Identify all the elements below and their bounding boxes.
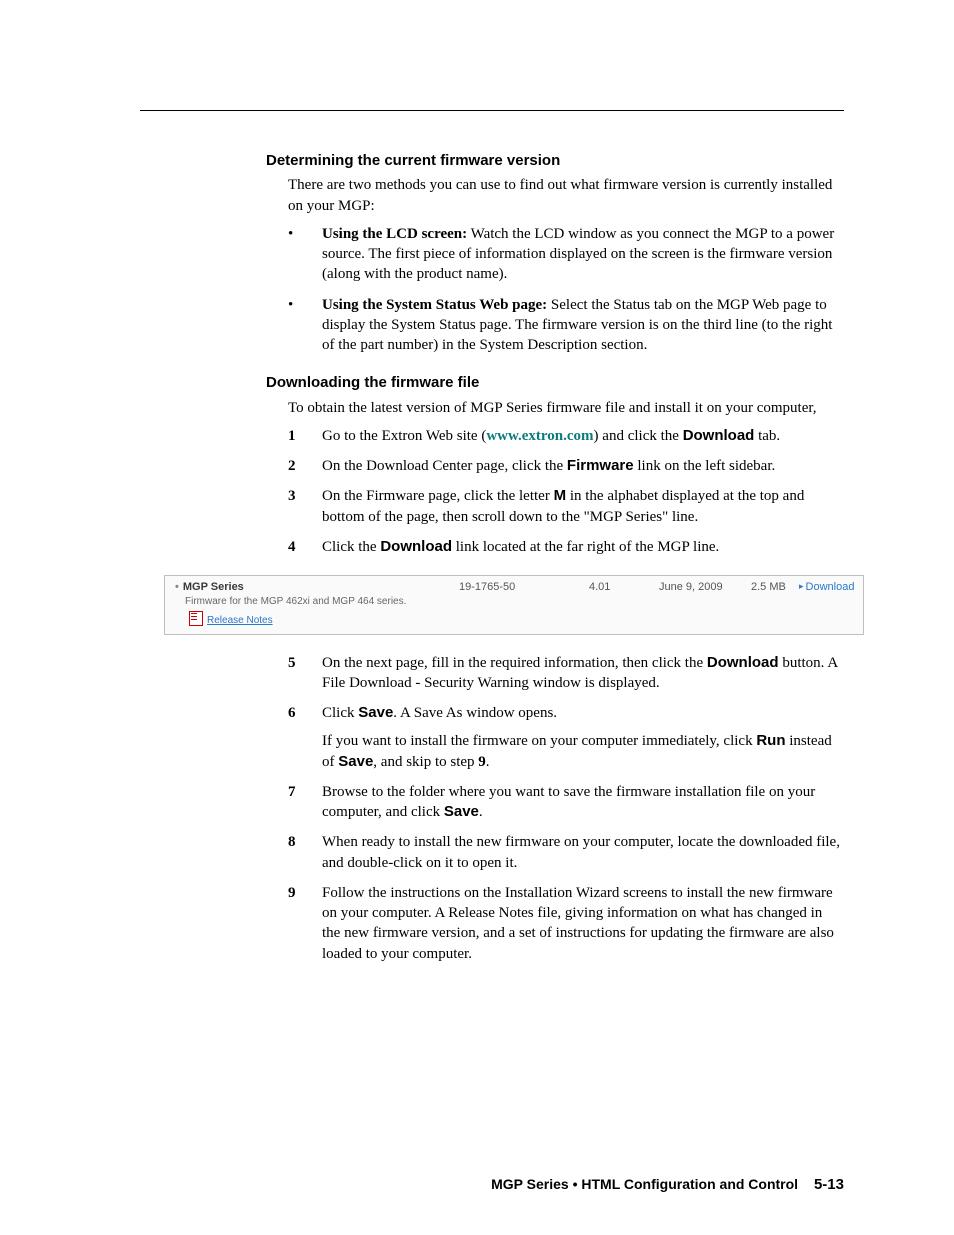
extron-url-link[interactable]: www.extron.com [486, 428, 593, 444]
section-heading-1: Determining the current firmware version [266, 151, 844, 171]
t: . [479, 804, 483, 820]
step-3: 3 On the Firmware page, click the letter… [288, 486, 844, 527]
t: Click [322, 705, 358, 721]
t: Browse to the folder where you want to s… [322, 784, 815, 820]
step-num: 3 [288, 486, 296, 506]
step-5: 5 On the next page, fill in the required… [288, 653, 844, 694]
top-rule [140, 110, 844, 111]
t: If you want to install the firmware on y… [322, 733, 756, 749]
step-8: 8 When ready to install the new firmware… [288, 832, 844, 873]
t: Download [683, 427, 755, 444]
bullet-status: Using the System Status Web page: Select… [288, 295, 844, 356]
step-num: 2 [288, 456, 296, 476]
ss-version: 4.01 [589, 580, 659, 595]
t: Click the [322, 539, 380, 555]
t: When ready to install the new firmware o… [322, 834, 840, 870]
t: Download [380, 538, 452, 555]
t: Firmware [567, 457, 634, 474]
section1-bullets: Using the LCD screen: Watch the LCD wind… [288, 224, 844, 356]
page-footer: MGP Series • HTML Configuration and Cont… [491, 1175, 844, 1195]
steps-list-2: 5 On the next page, fill in the required… [288, 653, 844, 964]
pdf-icon [189, 611, 203, 626]
t: . A Save As window opens. [393, 705, 557, 721]
step-2: 2 On the Download Center page, click the… [288, 456, 844, 476]
step-num: 6 [288, 703, 296, 723]
steps-list: 1 Go to the Extron Web site (www.extron.… [288, 426, 844, 557]
footer-page: 5-13 [814, 1176, 844, 1193]
step-num: 9 [288, 883, 296, 903]
ss-date: June 9, 2009 [659, 580, 751, 595]
step-7: 7 Browse to the folder where you want to… [288, 782, 844, 823]
ss-desc: Firmware for the MGP 462xi and MGP 464 s… [185, 595, 855, 609]
t: M [554, 487, 567, 504]
step-num: 4 [288, 537, 296, 557]
t: , and skip to step [373, 754, 478, 770]
step-6: 6 Click Save. A Save As window opens. If… [288, 703, 844, 772]
bullet-lcd: Using the LCD screen: Watch the LCD wind… [288, 224, 844, 285]
firmware-row-screenshot: MGP Series 19-1765-50 4.01 June 9, 2009 … [164, 575, 864, 635]
step-num: 7 [288, 782, 296, 802]
step-9: 9 Follow the instructions on the Install… [288, 883, 844, 964]
step-num: 1 [288, 426, 296, 446]
section2-intro: To obtain the latest version of MGP Seri… [288, 398, 844, 418]
t: link located at the far right of the MGP… [452, 539, 719, 555]
t: Save [444, 803, 479, 820]
t: On the Firmware page, click the letter [322, 488, 554, 504]
t: link on the left sidebar. [634, 458, 776, 474]
t: Save [338, 753, 373, 770]
t: Download [707, 654, 779, 671]
section-heading-2: Downloading the firmware file [266, 373, 844, 393]
t: Save [358, 704, 393, 721]
t: Run [756, 732, 785, 749]
ss-size: 2.5 MB [751, 580, 799, 595]
t: Go to the Extron Web site ( [322, 428, 486, 444]
t: ) and click the [594, 428, 683, 444]
t: Follow the instructions on the Installat… [322, 885, 834, 962]
t: tab. [754, 428, 780, 444]
ss-part: 19-1765-50 [459, 580, 589, 595]
t: 9 [478, 754, 486, 770]
step-1: 1 Go to the Extron Web site (www.extron.… [288, 426, 844, 446]
section1-intro: There are two methods you can use to fin… [288, 175, 844, 216]
download-link[interactable]: Download [799, 580, 854, 595]
ss-title: MGP Series [175, 580, 459, 595]
release-notes-link[interactable]: Release Notes [207, 615, 273, 626]
step-num: 8 [288, 832, 296, 852]
step-num: 5 [288, 653, 296, 673]
t: . [486, 754, 490, 770]
step-4: 4 Click the Download link located at the… [288, 537, 844, 557]
footer-text: MGP Series • HTML Configuration and Cont… [491, 1176, 798, 1192]
bullet-lcd-lead: Using the LCD screen: [322, 226, 467, 242]
t: On the next page, fill in the required i… [322, 655, 707, 671]
bullet-status-lead: Using the System Status Web page: [322, 297, 547, 313]
t: On the Download Center page, click the [322, 458, 567, 474]
